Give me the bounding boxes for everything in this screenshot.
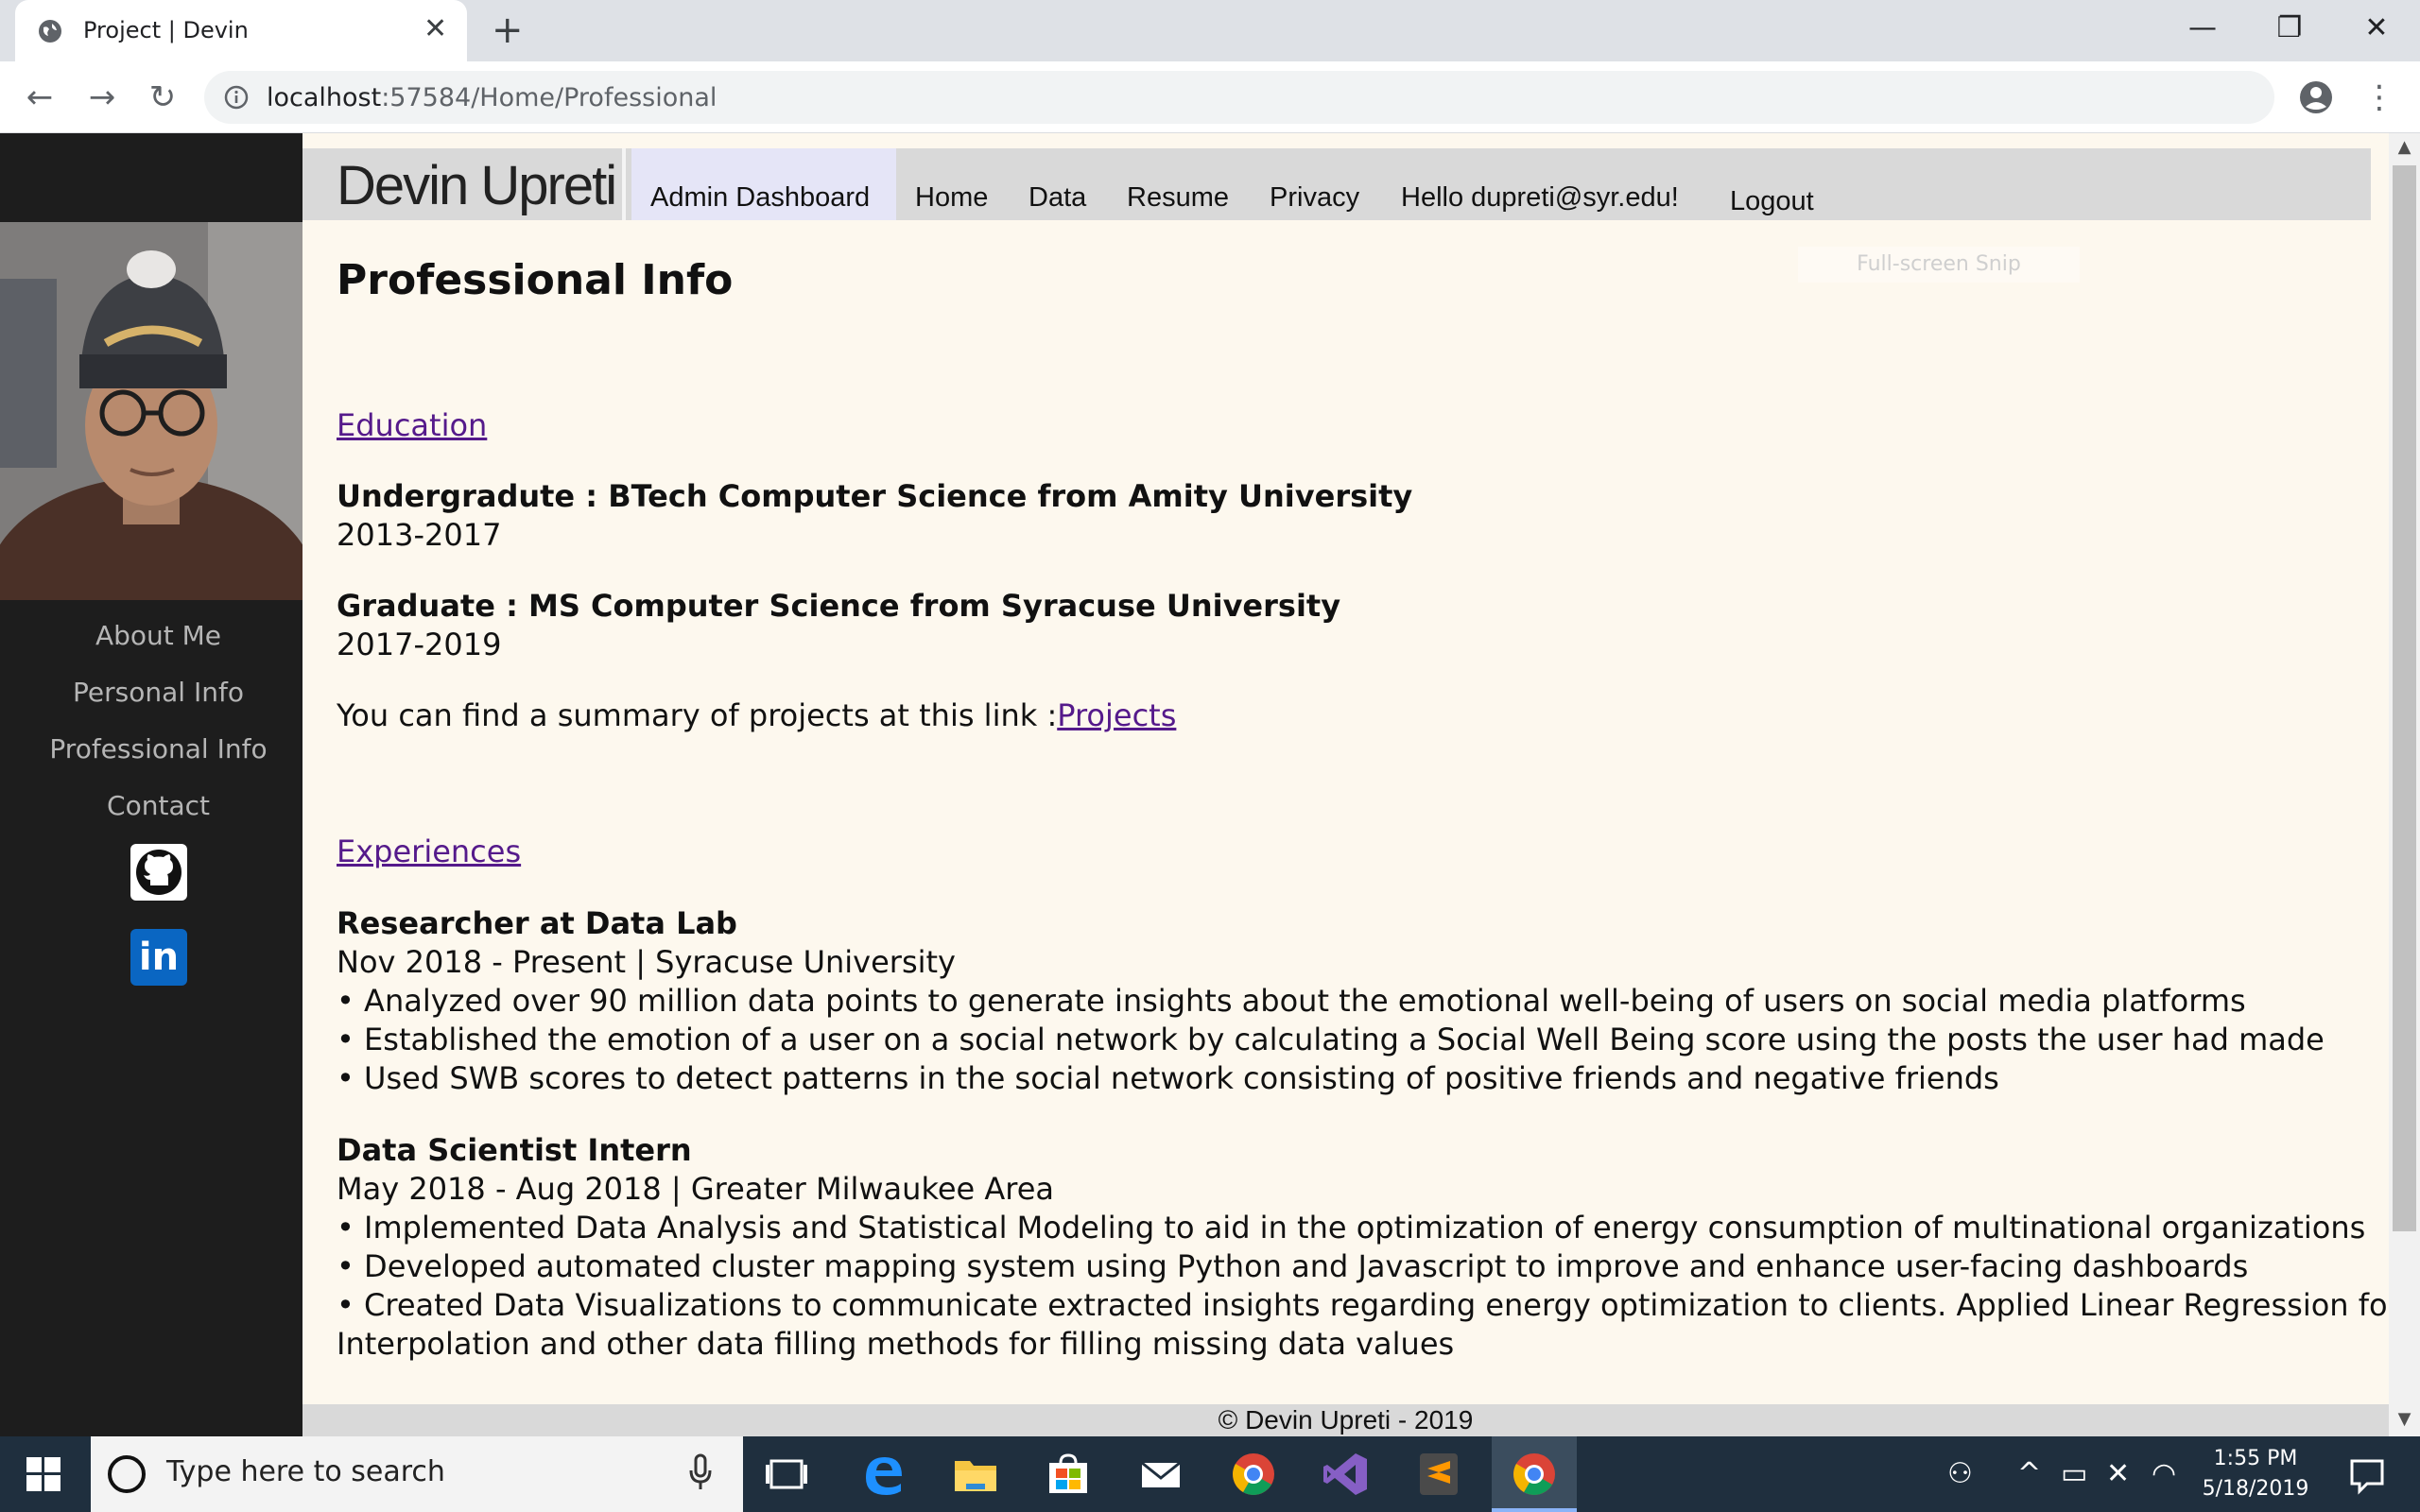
store-icon[interactable] <box>1044 1450 1093 1499</box>
window-close-icon[interactable]: ✕ <box>2358 9 2395 47</box>
brand-divider <box>622 148 626 220</box>
education-undergrad-years: 2013-2017 <box>337 517 502 553</box>
browser-menu-icon[interactable]: ⋮ <box>2363 78 2395 116</box>
search-placeholder: Type here to search <box>166 1455 445 1488</box>
microphone-icon[interactable] <box>688 1453 713 1491</box>
sublime-text-icon[interactable] <box>1414 1450 1463 1499</box>
experience-meta: Nov 2018 - Present | Syracuse University <box>337 944 956 980</box>
windows-start-icon[interactable] <box>26 1457 60 1491</box>
windows-taskbar: Type here to search ⚇ ^ ▭ ✕ ◠ 1:55 PM 5/… <box>0 1436 2420 1512</box>
sidebar: About Me Personal Info Professional Info… <box>0 133 302 1436</box>
experience-bullet: • Analyzed over 90 million data points t… <box>337 983 2246 1019</box>
experience-bullet: • Used SWB scores to detect patterns in … <box>337 1060 1999 1096</box>
info-icon[interactable] <box>223 84 250 111</box>
minimize-icon[interactable]: — <box>2184 9 2221 47</box>
address-bar[interactable]: localhost:57584/Home/Professional ☆ <box>204 71 2274 124</box>
experience-bullet: • Established the emotion of a user on a… <box>337 1022 2325 1057</box>
experience-bullet: • Implemented Data Analysis and Statisti… <box>337 1210 2366 1246</box>
education-grad-years: 2017-2019 <box>337 627 502 662</box>
people-icon[interactable]: ⚇ <box>1947 1457 1973 1490</box>
scroll-up-icon[interactable]: ▲ <box>2389 137 2420 157</box>
taskbar-search-box[interactable]: Type here to search <box>91 1436 743 1512</box>
projects-link[interactable]: Projects <box>1057 697 1176 733</box>
experience-meta: May 2018 - Aug 2018 | Greater Milwaukee … <box>337 1171 1055 1207</box>
wifi-icon[interactable]: ◠ <box>2152 1457 2176 1490</box>
system-clock[interactable]: 1:55 PM 5/18/2019 <box>2199 1444 2312 1504</box>
restore-icon[interactable]: ❐ <box>2271 9 2308 47</box>
experience-bullet: • Created Data Visualizations to communi… <box>337 1287 2389 1323</box>
file-explorer-icon[interactable] <box>951 1450 1000 1499</box>
experience-title: Data Scientist Intern <box>337 1132 692 1168</box>
experiences-link[interactable]: Experiences <box>337 833 521 869</box>
battery-icon[interactable]: ▭ <box>2061 1457 2087 1490</box>
task-view-icon[interactable] <box>762 1450 811 1499</box>
github-icon[interactable] <box>130 844 187 901</box>
nav-admin-dashboard[interactable]: Admin Dashboard <box>650 182 870 214</box>
chrome-icon[interactable] <box>1229 1450 1278 1499</box>
sidebar-item-about-me[interactable]: About Me <box>0 620 317 651</box>
edge-icon[interactable] <box>858 1450 908 1499</box>
nav-resume[interactable]: Resume <box>1127 182 1229 214</box>
nav-data[interactable]: Data <box>1028 182 1086 214</box>
browser-tab-strip: Project | Devin ✕ + — ❐ ✕ <box>0 0 2420 61</box>
sidebar-item-contact[interactable]: Contact <box>0 790 317 821</box>
profile-icon[interactable] <box>2297 78 2335 116</box>
cortana-icon <box>108 1455 146 1493</box>
chevron-up-icon[interactable]: ^ <box>2017 1457 2041 1490</box>
back-arrow-icon[interactable]: ← <box>21 78 59 116</box>
profile-photo <box>0 222 302 600</box>
volume-muted-icon[interactable]: ✕ <box>2106 1457 2130 1490</box>
page-footer: © Devin Upreti - 2019 <box>302 1404 2389 1436</box>
experience-bullet: • Developed automated cluster mapping sy… <box>337 1248 2249 1284</box>
tab-title: Project | Devin <box>83 17 249 43</box>
sidebar-item-personal-info[interactable]: Personal Info <box>0 677 317 708</box>
notifications-icon[interactable] <box>2342 1450 2392 1499</box>
globe-icon <box>39 20 61 43</box>
nav-logout[interactable]: Logout <box>1730 186 1814 217</box>
education-undergrad-heading: Undergradute : BTech Computer Science fr… <box>337 478 1413 514</box>
new-tab-icon[interactable]: + <box>492 11 524 49</box>
tab-close-icon[interactable]: ✕ <box>424 15 447 43</box>
projects-text: You can find a summary of projects at th… <box>337 697 1058 733</box>
clock-date: 5/18/2019 <box>2202 1477 2309 1501</box>
brand-title[interactable]: Devin Upreti <box>337 154 617 217</box>
visual-studio-icon[interactable] <box>1322 1450 1371 1499</box>
top-navbar: Devin Upreti Admin Dashboard Home Data R… <box>302 148 2371 220</box>
education-link[interactable]: Education <box>337 407 487 443</box>
chrome-active-icon[interactable] <box>1510 1450 1559 1499</box>
page-scrollbar[interactable]: ▲ ▼ <box>2389 133 2420 1436</box>
nav-privacy[interactable]: Privacy <box>1270 182 1359 214</box>
experience-title: Researcher at Data Lab <box>337 905 737 941</box>
page-title: Professional Info <box>337 256 734 304</box>
education-grad-heading: Graduate : MS Computer Science from Syra… <box>337 588 1341 624</box>
url-host: localhost <box>267 83 382 112</box>
scroll-thumb[interactable] <box>2393 165 2416 1231</box>
linkedin-icon[interactable]: in <box>130 929 187 986</box>
clock-time: 1:55 PM <box>2213 1447 2298 1470</box>
mail-icon[interactable] <box>1136 1450 1185 1499</box>
snip-overlay: Full-screen Snip <box>1798 247 2080 283</box>
sidebar-item-professional-info[interactable]: Professional Info <box>0 733 317 765</box>
nav-user-greeting[interactable]: Hello dupreti@syr.edu! <box>1401 182 1679 214</box>
browser-tab[interactable]: Project | Devin ✕ <box>15 0 467 61</box>
nav-home[interactable]: Home <box>915 182 988 214</box>
scroll-down-icon[interactable]: ▼ <box>2389 1409 2420 1429</box>
experience-bullet: Interpolation and other data filling met… <box>337 1326 1455 1362</box>
url-path: :57584/Home/Professional <box>381 83 717 112</box>
projects-sentence: You can find a summary of projects at th… <box>337 697 1176 733</box>
browser-toolbar: ← → ↻ localhost:57584/Home/Professional … <box>0 61 2420 133</box>
page-viewport: About Me Personal Info Professional Info… <box>0 133 2389 1436</box>
forward-arrow-icon[interactable]: → <box>83 78 121 116</box>
url-text: localhost:57584/Home/Professional <box>267 83 717 112</box>
reload-icon[interactable]: ↻ <box>144 78 182 116</box>
